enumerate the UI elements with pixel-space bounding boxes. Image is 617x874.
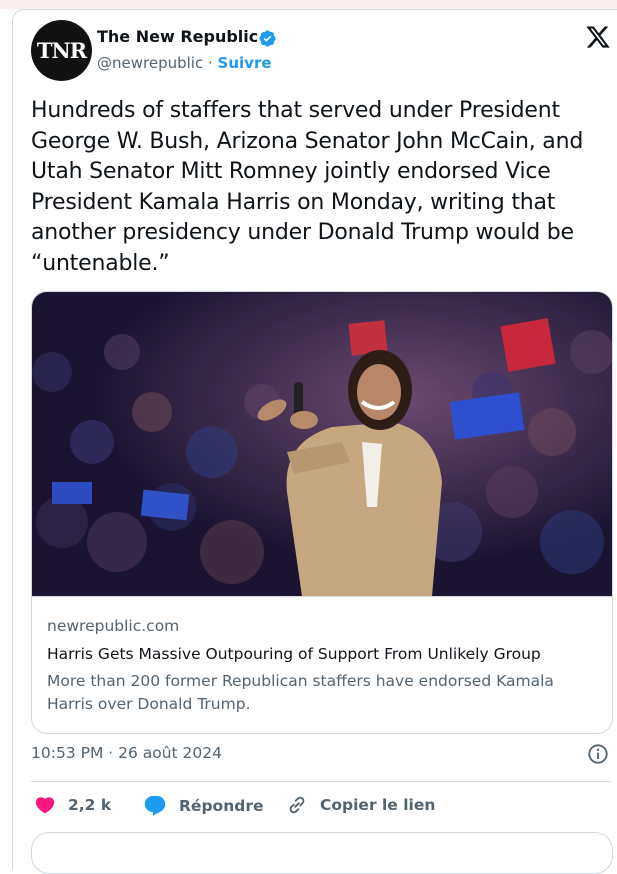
link-domain: newrepublic.com <box>47 617 180 635</box>
copy-link-button[interactable]: Copier le lien <box>286 794 435 816</box>
separator: · <box>207 54 213 72</box>
link-icon <box>289 796 305 814</box>
link-description: More than 200 former Republican staffers… <box>47 672 554 713</box>
next-card <box>31 832 613 874</box>
follow-button[interactable]: Suivre <box>218 54 272 72</box>
heart-icon <box>35 797 55 814</box>
link-title[interactable]: Harris Gets Massive Outpouring of Suppor… <box>47 645 541 663</box>
tweet-timestamp[interactable]: 10:53 PM · 26 août 2024 <box>31 744 222 762</box>
verified-badge-icon <box>259 30 276 47</box>
account-name[interactable]: The New Republic <box>97 27 258 46</box>
account-handle[interactable]: @newrepublic <box>97 54 203 72</box>
handle-row: @newrepublic · Suivre <box>97 54 272 72</box>
info-icon[interactable] <box>587 743 609 765</box>
divider <box>31 781 611 782</box>
article-photo <box>32 292 612 596</box>
like-count: 2,2 k <box>68 796 112 814</box>
copy-link-label: Copier le lien <box>320 796 436 814</box>
link-preview-card[interactable]: newrepublic.com Harris Gets Massive Outp… <box>31 291 613 734</box>
page-top-strip <box>0 0 617 9</box>
like-button[interactable]: 2,2 k <box>34 794 111 816</box>
reply-label: Répondre <box>179 797 264 815</box>
avatar[interactable]: TNR <box>31 20 92 81</box>
reply-button[interactable]: Répondre <box>143 794 263 818</box>
tweet-text: Hundreds of staffers that served under P… <box>31 98 584 276</box>
link-card-meta: newrepublic.com Harris Gets Massive Outp… <box>32 596 612 733</box>
x-logo-icon[interactable] <box>585 24 611 50</box>
reply-icon <box>144 796 166 816</box>
